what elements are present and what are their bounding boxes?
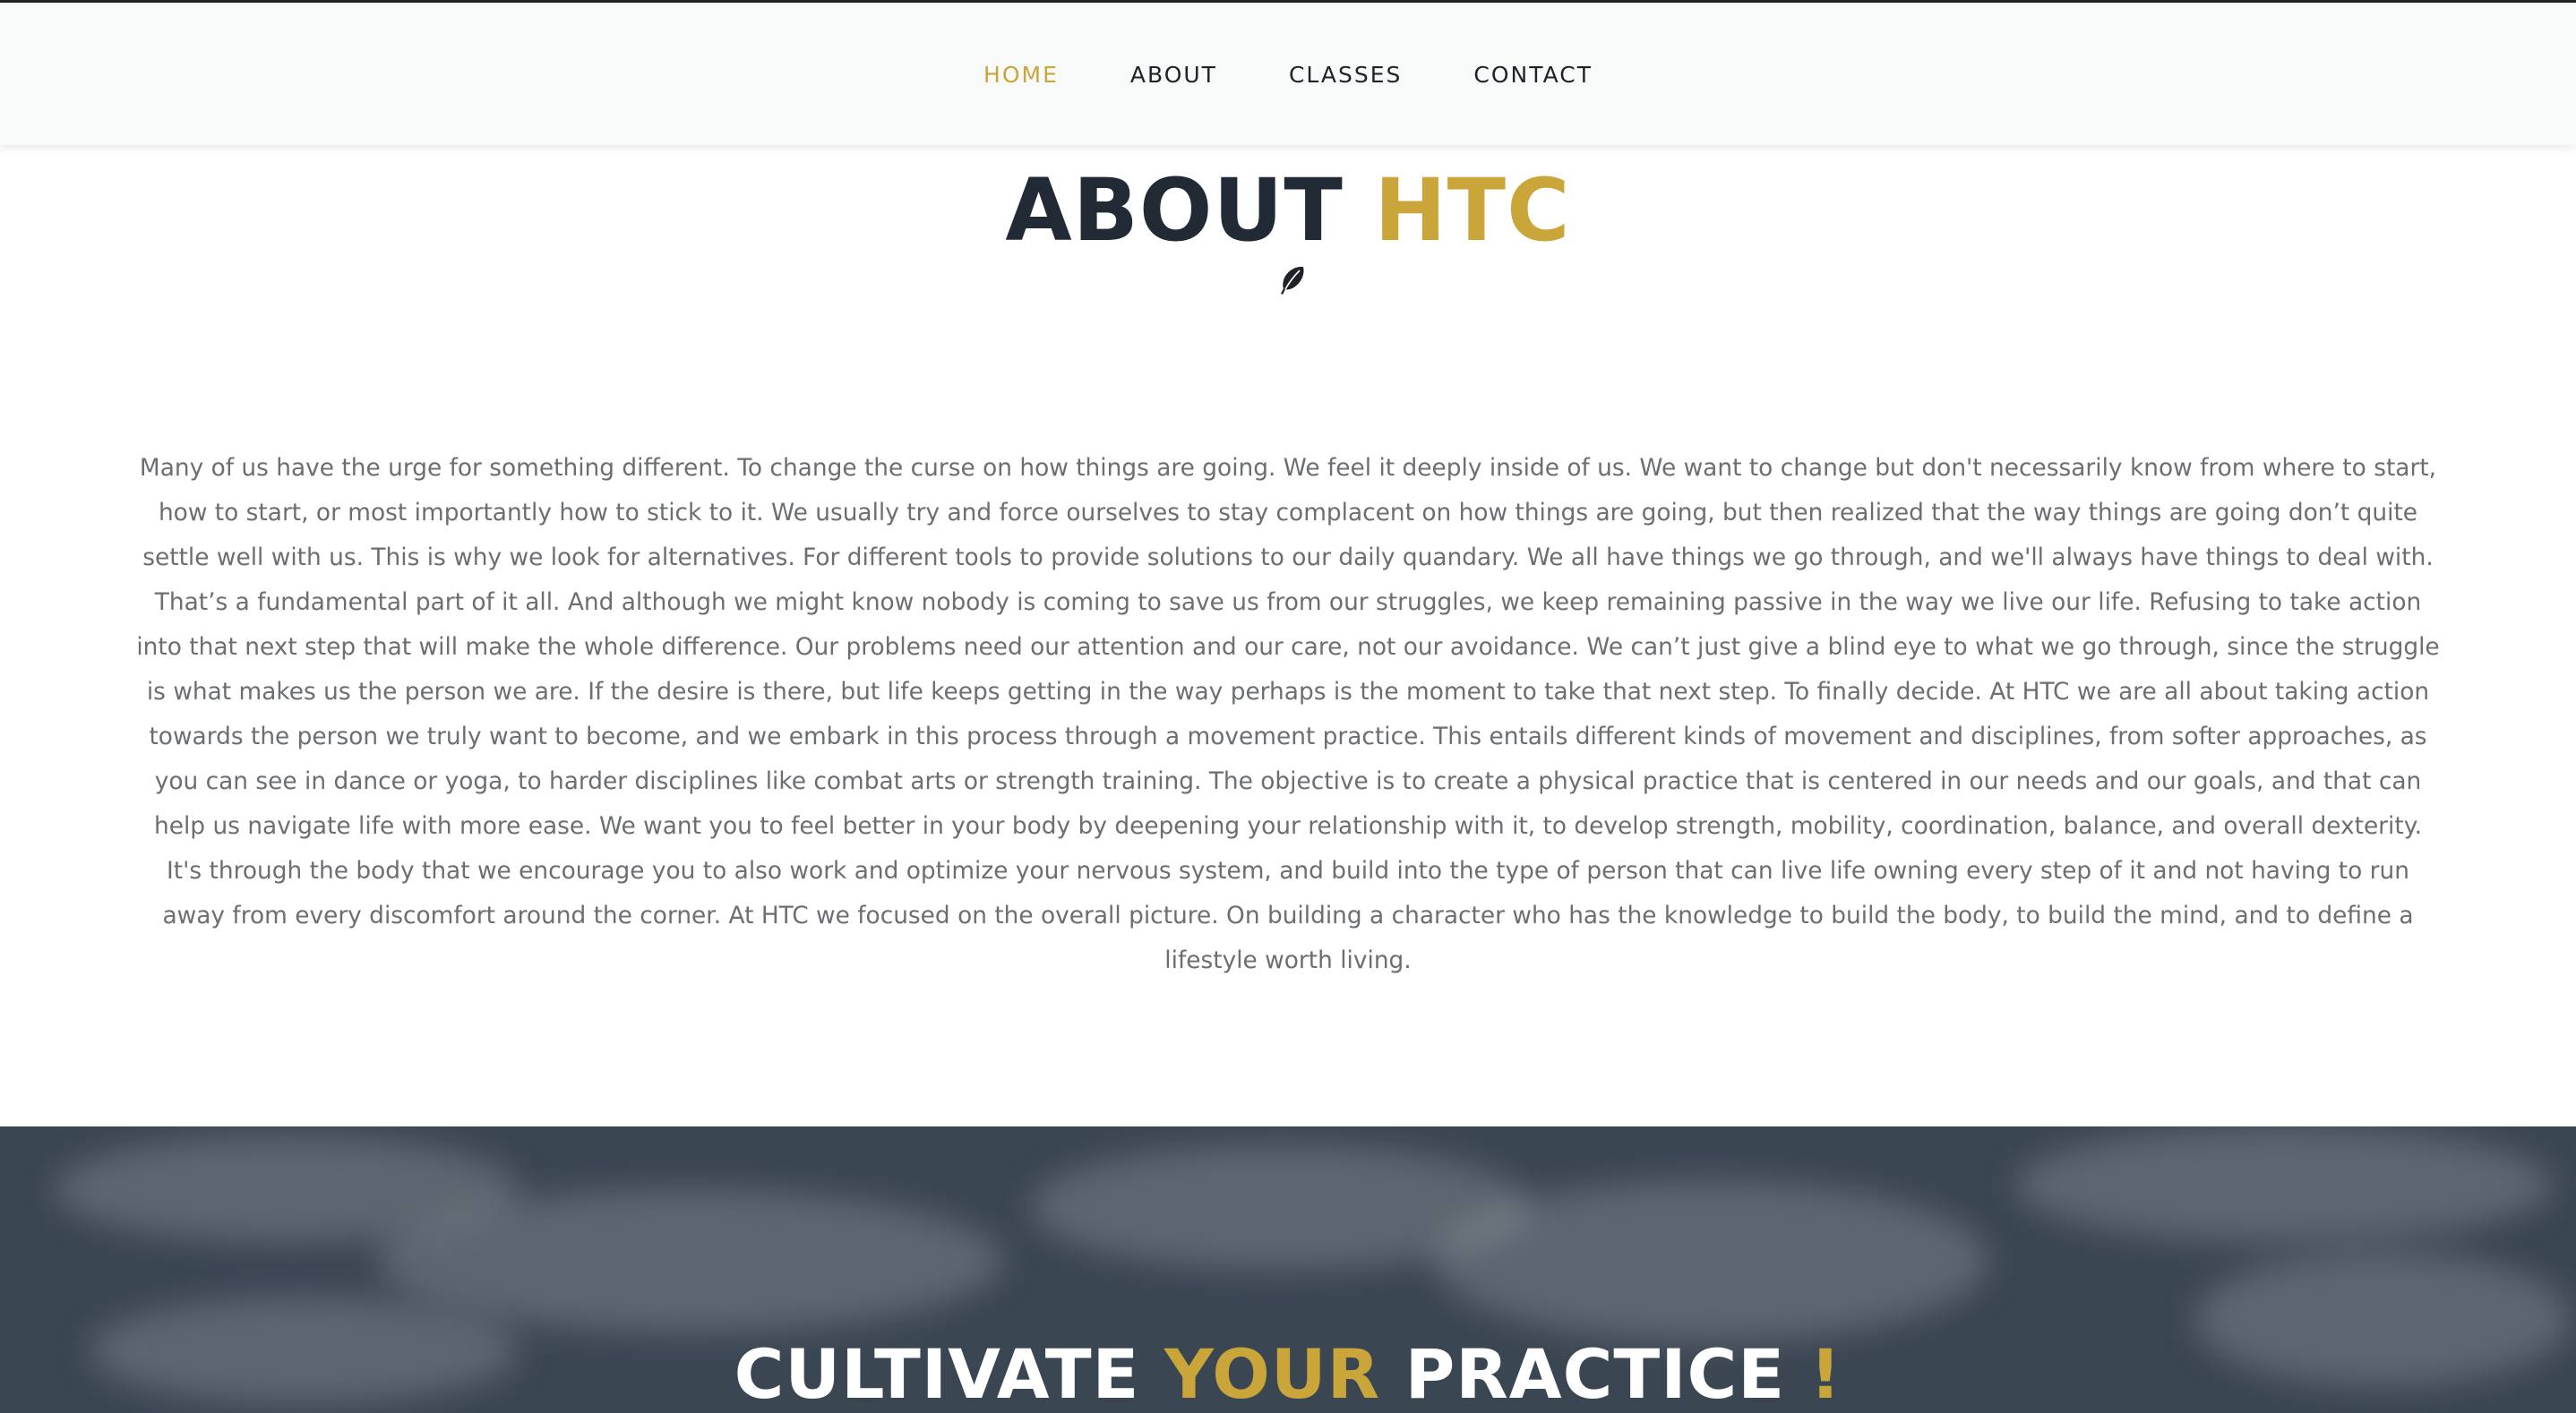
about-paragraph: Many of us have the urge for something d… (136, 454, 2440, 974)
cloud-shape (1433, 1180, 1988, 1341)
about-heading-main: ABOUT (1005, 160, 1344, 261)
page: HOME ABOUT CLASSES CONTACT ABOUT HTC Man… (0, 0, 2576, 1413)
hero-heading: CULTIVATE YOUR PRACTICE ! (0, 1334, 2576, 1413)
nav-classes-link[interactable]: CLASSES (1253, 62, 1438, 88)
cloud-shape (2015, 1126, 2553, 1243)
nav-home-link[interactable]: HOME (948, 62, 1095, 88)
nav-contact-link[interactable]: CONTACT (1438, 62, 1628, 88)
hero-word-practice: PRACTICE (1404, 1334, 1786, 1413)
hero-exclamation: ! (1809, 1334, 1842, 1413)
nav-about-link[interactable]: ABOUT (1095, 62, 1253, 88)
about-heading-accent: HTC (1374, 160, 1571, 261)
hero-word-your: YOUR (1163, 1334, 1381, 1413)
main-nav: HOME ABOUT CLASSES CONTACT (0, 62, 2576, 88)
about-heading: ABOUT HTC (0, 161, 2576, 260)
hero-word-cultivate: CULTIVATE (734, 1334, 1140, 1413)
hero-banner: CULTIVATE YOUR PRACTICE ! (0, 1126, 2576, 1413)
cloud-shape (376, 1189, 1003, 1332)
top-navbar: HOME ABOUT CLASSES CONTACT (0, 0, 2576, 145)
feather-icon (1281, 266, 1304, 295)
